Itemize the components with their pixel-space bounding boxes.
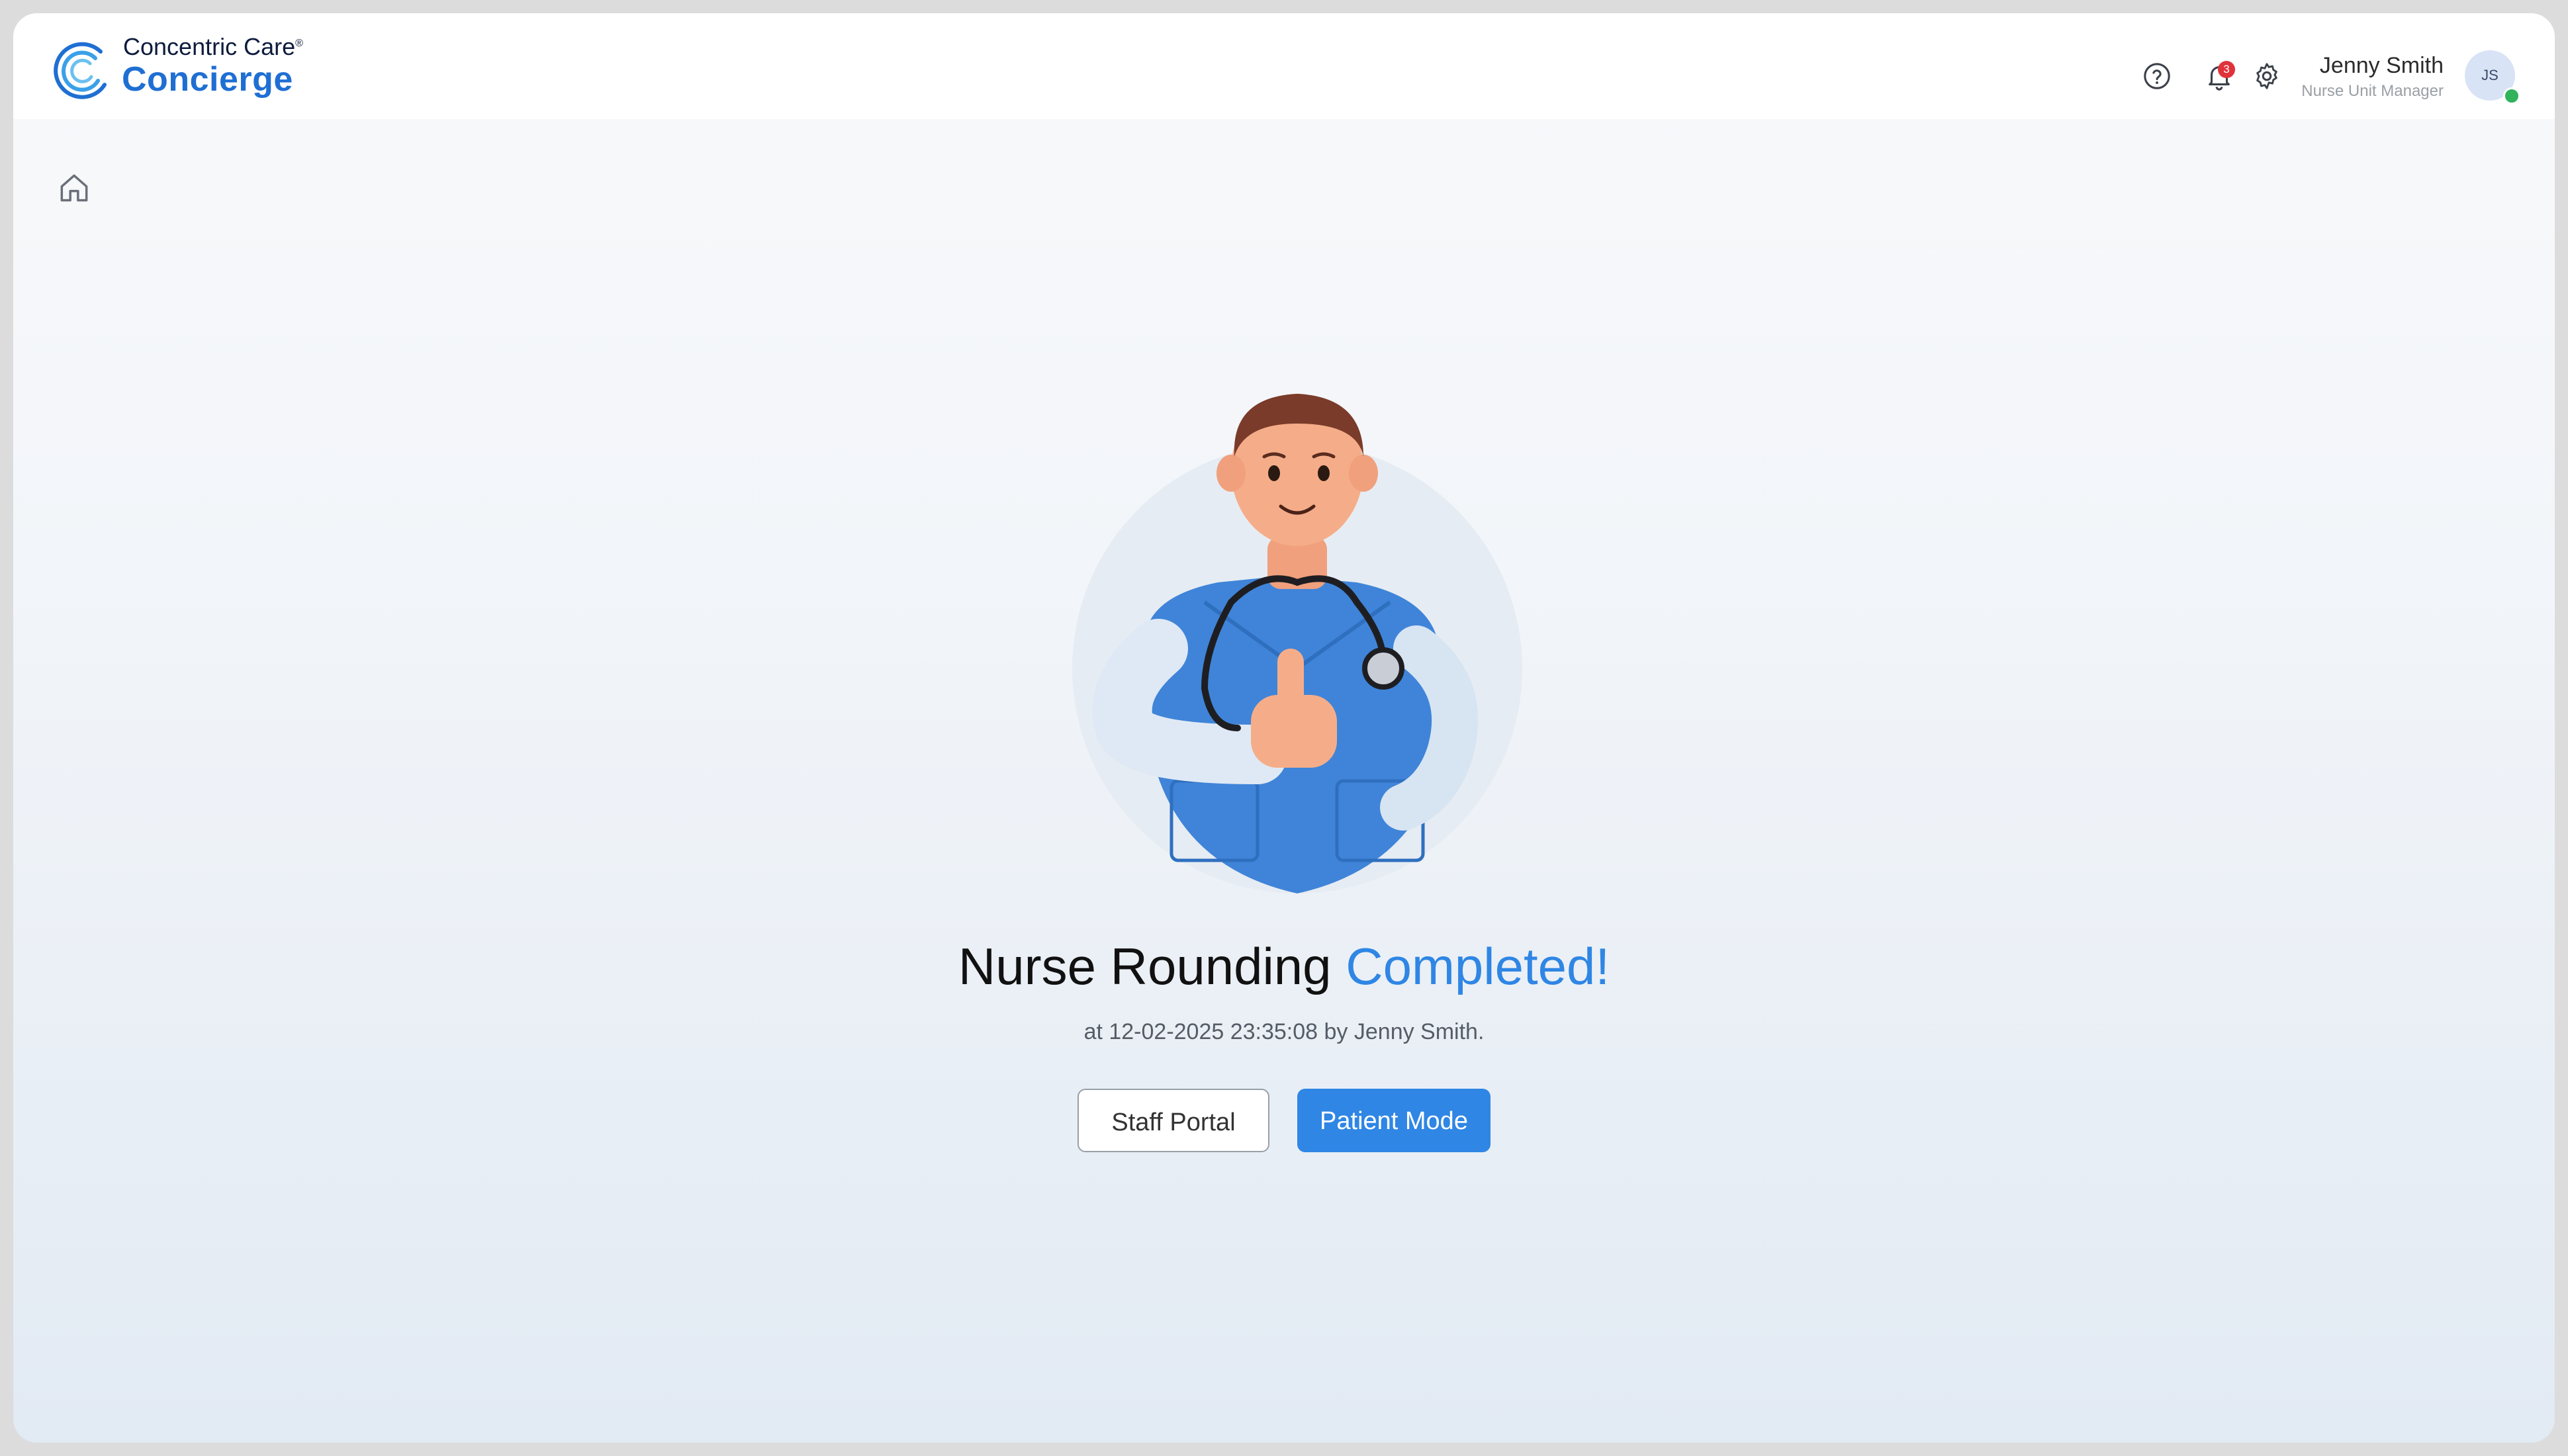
brand-logo[interactable]: Concentric Care® Concierge <box>50 33 328 106</box>
brand-name: Concierge <box>122 60 293 99</box>
gear-icon[interactable] <box>2252 61 2282 91</box>
patient-mode-button[interactable]: Patient Mode <box>1297 1089 1490 1152</box>
help-circle-icon[interactable] <box>2142 61 2172 91</box>
completion-timestamp: at 12-02-2025 23:35:08 by Jenny Smith. <box>1083 1019 1485 1044</box>
app-window: Concentric Care® Concierge 3 Jenny Smith… <box>13 13 2555 1443</box>
completion-headline: Nurse Rounding Completed! <box>13 936 2555 997</box>
concentric-logo-icon <box>54 42 107 99</box>
notification-badge: 3 <box>2218 61 2235 78</box>
user-name[interactable]: Jenny Smith <box>2320 53 2444 79</box>
headline-prefix: Nurse Rounding <box>958 937 1332 995</box>
brand-top-text: Concentric Care® <box>123 33 303 60</box>
nurse-thumbs-up-illustration <box>1072 394 1522 893</box>
user-role: Nurse Unit Manager <box>2301 82 2444 100</box>
top-bar: Concentric Care® Concierge 3 Jenny Smith… <box>13 13 2555 119</box>
headline-accent: Completed! <box>1346 937 1610 995</box>
online-status-indicator <box>2503 87 2520 105</box>
home-icon[interactable] <box>56 169 93 206</box>
staff-portal-button[interactable]: Staff Portal <box>1078 1089 1269 1152</box>
